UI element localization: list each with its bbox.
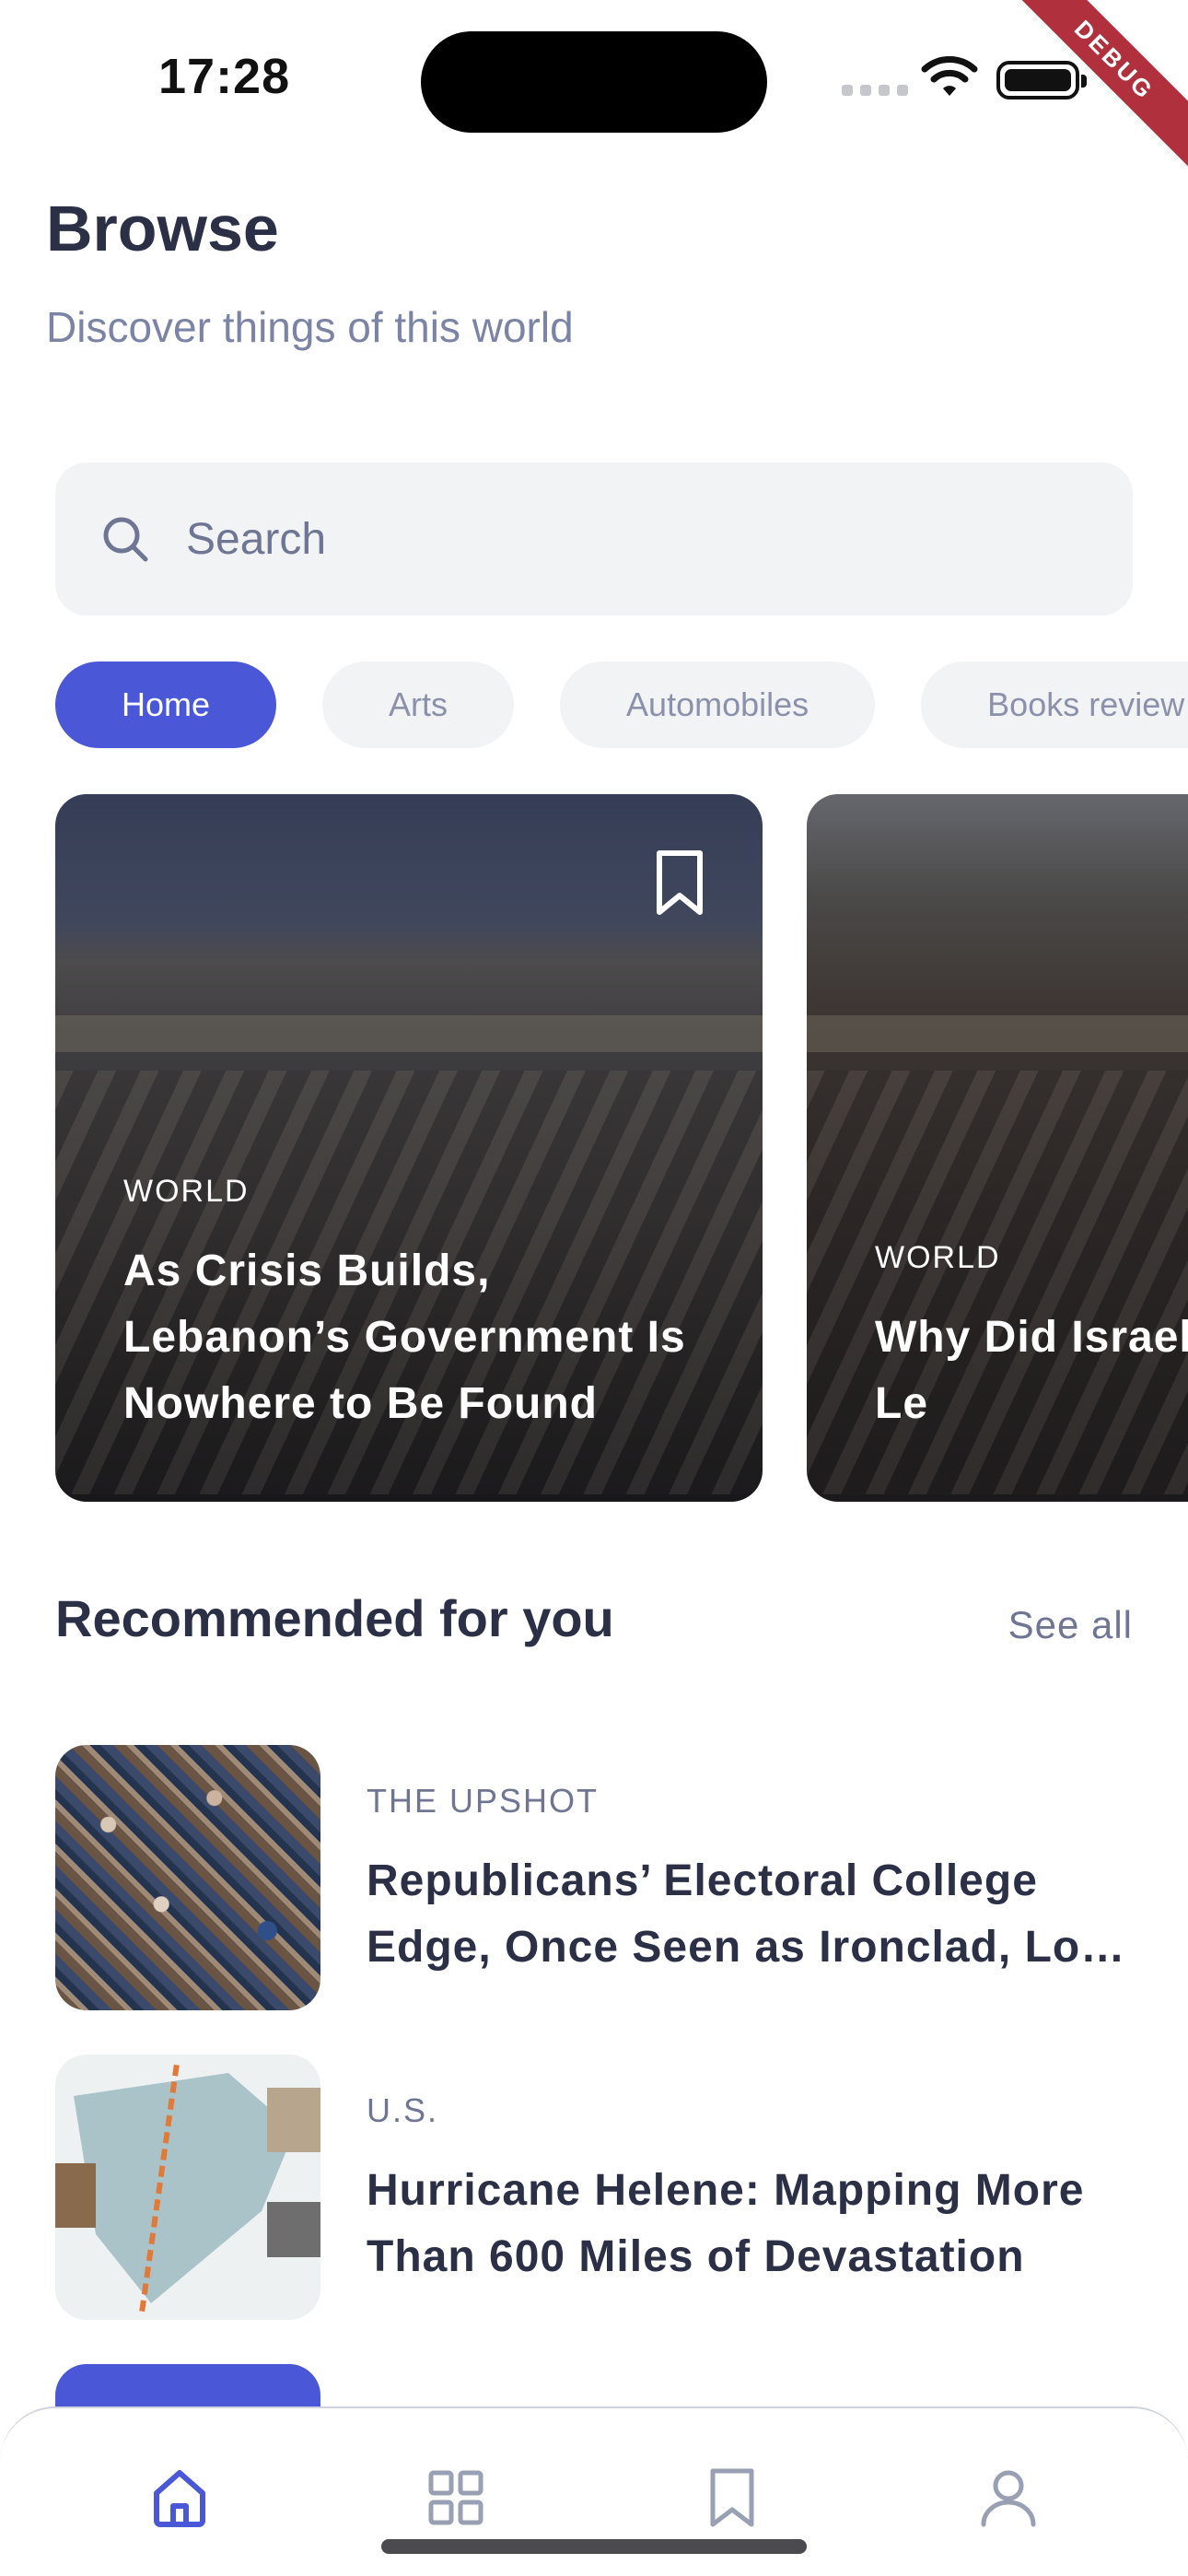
list-item[interactable]: THE UPSHOT Republicans’ Electoral Colleg… — [55, 1745, 1133, 2010]
chip-arts[interactable]: Arts — [322, 662, 515, 748]
see-all-link[interactable]: See all — [1008, 1603, 1133, 1647]
section-title: Recommended for you — [55, 1589, 614, 1647]
cellular-signal-icon — [842, 85, 908, 96]
bookmark-icon[interactable] — [654, 848, 705, 918]
article-category: U.S. — [367, 2091, 439, 2129]
search-icon — [103, 517, 148, 562]
featured-headline: Why Did Israel Troops Into Le — [875, 1313, 1188, 1428]
chip-automobiles[interactable]: Automobiles — [560, 662, 876, 748]
page-subtitle: Discover things of this world — [46, 303, 574, 351]
article-category: THE UPSHOT — [367, 1782, 600, 1820]
featured-card[interactable]: WORLD As Crisis Builds, Lebanon’s Govern… — [55, 794, 763, 1502]
grid-icon[interactable] — [424, 2465, 488, 2530]
category-tabs: Home Arts Automobiles Books review — [55, 662, 1188, 748]
chip-home[interactable]: Home — [55, 662, 277, 748]
article-thumbnail — [55, 2055, 320, 2320]
home-indicator — [381, 2539, 807, 2554]
featured-category: WORLD — [123, 1174, 250, 1209]
home-icon[interactable] — [147, 2465, 212, 2530]
featured-category: WORLD — [875, 1240, 1001, 1275]
page-title: Browse — [46, 193, 279, 264]
featured-card[interactable]: WORLD Why Did Israel Troops Into Le — [807, 794, 1188, 1502]
battery-icon — [996, 61, 1087, 100]
browse-screen: 17:28 DEBUG Browse Discover things of th… — [0, 0, 1188, 2576]
article-thumbnail — [55, 1745, 320, 2010]
wifi-icon — [921, 56, 978, 96]
article-headline: Republicans’ Electoral College Edge, Onc… — [367, 1856, 1126, 1972]
bookmark-icon[interactable] — [700, 2465, 764, 2530]
user-icon[interactable] — [976, 2465, 1041, 2530]
article-headline: Hurricane Helene: Mapping More Than 600 … — [367, 2166, 1085, 2281]
featured-headline: As Crisis Builds, Lebanon’s Government I… — [123, 1247, 686, 1428]
chip-books-review[interactable]: Books review — [921, 662, 1188, 748]
list-item[interactable]: U.S. Hurricane Helene: Mapping More Than… — [55, 2055, 1133, 2320]
status-time: 17:28 — [158, 49, 291, 104]
search-bar[interactable] — [55, 463, 1133, 615]
search-input[interactable] — [186, 513, 1015, 565]
dynamic-island — [421, 31, 767, 133]
